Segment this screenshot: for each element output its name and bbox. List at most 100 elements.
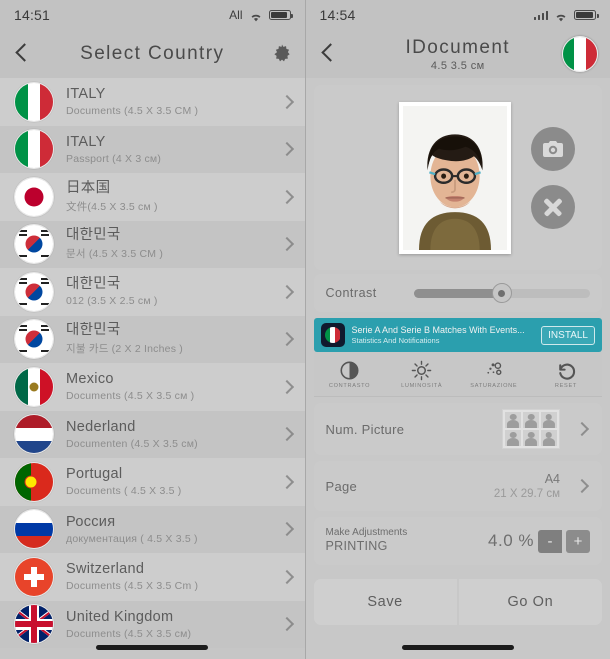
ad-subtext: Statistics And Notifications xyxy=(351,335,440,345)
brightness-icon xyxy=(411,360,432,380)
status-indicators: All xyxy=(229,8,293,22)
contrast-slider[interactable] xyxy=(413,283,590,303)
list-item[interactable]: United Kingdom Documents (4.5 X 3.5 см) xyxy=(0,600,305,648)
country-detail: 012 (3.5 X 2.5 см ) xyxy=(66,295,158,308)
netherlands-flag-icon xyxy=(14,414,54,455)
tool-reset[interactable]: RESET xyxy=(530,360,602,389)
list-item[interactable]: 日本国 文件(4.5 X 3.5 см ) xyxy=(0,173,305,221)
country-detail: Documenten (4.5 X 3.5 см) xyxy=(66,437,198,450)
country-detail: Documents ( 4.5 X 3.5 ) xyxy=(66,485,182,498)
country-detail: 문서 (4.5 X 3.5 CM ) xyxy=(66,248,164,261)
korea-flag-icon xyxy=(14,319,54,360)
document-editor-screen: 14:54 IDocument 4.5 3.5 см Contrast Seri… xyxy=(305,0,610,659)
navigation-bar-left: Select Country xyxy=(0,30,305,78)
photo-preview-panel xyxy=(313,85,602,270)
adjust-subtitle: PRINTING xyxy=(325,539,388,554)
num-picture-label: Num. Picture xyxy=(325,421,405,437)
tool-contrasto[interactable]: CONTRASTO xyxy=(314,360,386,389)
advertisement-banner[interactable]: Serie A And Serie B Matches With Events.… xyxy=(313,318,602,352)
page-value: A4 21 X 29.7 см xyxy=(494,472,590,500)
mexico-flag-icon xyxy=(14,366,54,407)
image-tools-bar: CONTRASTO LUMINOSITÀ SATURAZIONE RESET xyxy=(313,352,602,397)
camera-button[interactable] xyxy=(530,126,575,171)
slider-thumb[interactable] xyxy=(491,283,512,303)
list-item-text: 日本国 文件(4.5 X 3.5 см ) xyxy=(66,180,273,214)
chevron-right-icon xyxy=(574,478,590,494)
back-button[interactable] xyxy=(12,43,34,65)
status-time: 14:51 xyxy=(14,7,51,23)
list-item-text: Nederland Documenten (4.5 X 3.5 см) xyxy=(66,419,273,450)
country-detail: 지불 카드 (2 X 2 Inches ) xyxy=(66,343,183,356)
list-item[interactable]: ITALY Documents (4.5 X 3.5 CM ) xyxy=(0,78,305,126)
gear-icon[interactable] xyxy=(271,43,293,65)
tool-label: RESET xyxy=(554,382,578,389)
chevron-right-icon xyxy=(279,331,295,347)
country-name: United Kingdom xyxy=(66,608,174,625)
delete-photo-button[interactable] xyxy=(530,184,575,229)
page-subtitle: 4.5 3.5 см xyxy=(430,59,485,72)
list-item-text: Россия документация ( 4.5 X 3.5 ) xyxy=(66,514,273,545)
country-name: Portugal xyxy=(66,466,123,483)
korea-flag-icon xyxy=(14,224,54,265)
contrast-icon xyxy=(340,360,359,380)
dual-screenshot-container: 14:51 All Select Country ITALY Documents… xyxy=(0,0,610,659)
contrast-slider-row: Contrast xyxy=(313,274,602,312)
nav-title-container: Select Country xyxy=(0,30,305,78)
back-button[interactable] xyxy=(318,43,340,65)
uk-flag-icon xyxy=(14,604,54,645)
save-button[interactable]: Save xyxy=(313,579,457,625)
list-item[interactable]: 대한민국 012 (3.5 X 2.5 см ) xyxy=(0,268,305,316)
close-x-icon xyxy=(542,196,564,218)
country-detail: Documents (4.5 X 3.5 см) xyxy=(66,627,192,640)
passport-photo[interactable] xyxy=(398,101,511,254)
list-item[interactable]: 대한민국 지불 카드 (2 X 2 Inches ) xyxy=(0,315,305,363)
install-button[interactable]: INSTALL xyxy=(541,325,595,345)
page-size-row[interactable]: Page A4 21 X 29.7 см xyxy=(313,461,602,511)
list-item[interactable]: Nederland Documenten (4.5 X 3.5 см) xyxy=(0,410,305,458)
list-item-text: Switzerland Documents (4.5 X 3.5 Cm ) xyxy=(66,561,273,592)
country-list[interactable]: ITALY Documents (4.5 X 3.5 CM ) ITALY Pa… xyxy=(0,78,305,659)
tool-label: SATURAZIONE xyxy=(470,382,518,389)
reset-arrow-icon xyxy=(559,363,576,380)
chevron-right-icon xyxy=(279,569,295,585)
tool-saturazione[interactable]: SATURAZIONE xyxy=(458,360,530,389)
decrement-button[interactable]: - xyxy=(538,529,562,553)
country-name: ITALY xyxy=(66,86,106,103)
list-item-text: 대한민국 지불 카드 (2 X 2 Inches ) xyxy=(66,322,273,356)
list-item[interactable]: Россия документация ( 4.5 X 3.5 ) xyxy=(0,505,305,553)
page-title: IDocument xyxy=(405,36,510,58)
list-item[interactable]: 대한민국 문서 (4.5 X 3.5 CM ) xyxy=(0,220,305,268)
photo-grid-6-icon[interactable] xyxy=(502,409,560,449)
ad-text: Serie A And Serie B Matches With Events.… xyxy=(352,325,536,346)
tool-luminosita[interactable]: LUMINOSITÀ xyxy=(386,360,458,389)
go-on-button[interactable]: Go On xyxy=(458,579,602,625)
navigation-bar-right: IDocument 4.5 3.5 см xyxy=(305,30,610,78)
list-item[interactable]: ITALY Passport (4 X 3 см) xyxy=(0,125,305,173)
list-item[interactable]: Mexico Documents (4.5 X 3.5 см ) xyxy=(0,363,305,411)
status-bar-left: 14:51 All xyxy=(0,0,305,30)
tool-label: CONTRASTO xyxy=(328,382,371,389)
adjust-title: Make Adjustments xyxy=(325,526,408,538)
saturation-icon xyxy=(487,361,502,375)
action-buttons: Save Go On xyxy=(313,579,602,625)
print-adjustment-row: Make Adjustments PRINTING 4.0 % - + xyxy=(313,517,602,565)
slider-fill xyxy=(413,288,502,298)
list-item-text: Mexico Documents (4.5 X 3.5 см ) xyxy=(66,371,273,402)
list-item[interactable]: Portugal Documents ( 4.5 X 3.5 ) xyxy=(0,458,305,506)
home-indicator xyxy=(96,645,209,650)
country-detail: Documents (4.5 X 3.5 Cm ) xyxy=(66,580,199,593)
portugal-flag-icon xyxy=(14,461,54,502)
country-detail: 文件(4.5 X 3.5 см ) xyxy=(66,200,158,213)
adjust-stepper: 4.0 % - + xyxy=(488,529,590,553)
country-name: Mexico xyxy=(66,371,114,388)
country-name: ITALY xyxy=(66,133,106,150)
italy-flag-icon[interactable] xyxy=(562,36,598,72)
list-item[interactable]: Switzerland Documents (4.5 X 3.5 Cm ) xyxy=(0,553,305,601)
increment-button[interactable]: + xyxy=(566,529,590,553)
page-title: Select Country xyxy=(80,43,225,64)
country-name: Россия xyxy=(66,513,116,530)
ad-headline: Serie A And Serie B Matches With Events.… xyxy=(351,324,525,335)
chevron-right-icon xyxy=(279,426,295,442)
chevron-right-icon xyxy=(279,616,295,632)
num-picture-row[interactable]: Num. Picture xyxy=(313,403,602,455)
